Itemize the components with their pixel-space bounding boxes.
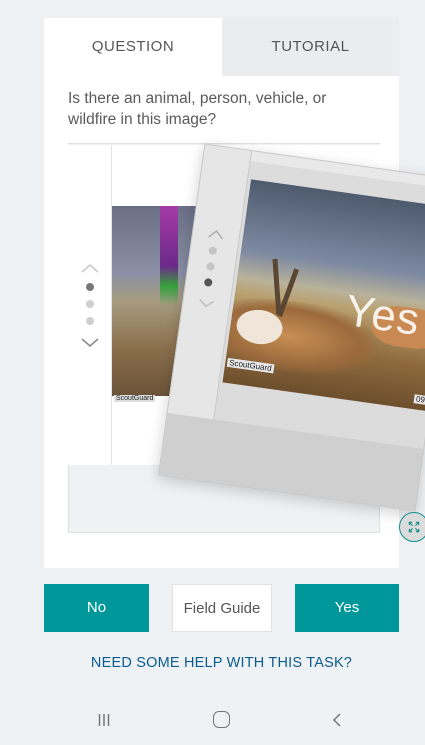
- camera-caption-back: ScoutGuard: [114, 395, 156, 402]
- tab-question[interactable]: QUESTION: [44, 18, 222, 76]
- swiped-subject-card[interactable]: ScoutGuard 09.22.2015 Yes: [157, 143, 425, 512]
- chevron-up-icon[interactable]: [80, 262, 100, 274]
- home-icon[interactable]: [213, 711, 230, 728]
- help-link[interactable]: NEED SOME HELP WITH THIS TASK?: [44, 655, 399, 671]
- swipe-answer-overlay: Yes: [342, 286, 424, 345]
- yes-button[interactable]: Yes: [295, 584, 399, 632]
- chevron-down-icon[interactable]: [80, 337, 100, 349]
- expand-icon[interactable]: [399, 512, 425, 542]
- image-artifact: [160, 206, 178, 306]
- recent-apps-icon[interactable]: [98, 713, 110, 727]
- pager-dot-3[interactable]: [86, 317, 94, 325]
- tab-tutorial[interactable]: TUTORIAL: [222, 18, 399, 76]
- back-icon[interactable]: [331, 712, 343, 728]
- date-caption: 09.22.2015: [413, 394, 425, 410]
- subject-image: ScoutGuard 09.22.2015 Yes: [222, 179, 425, 418]
- no-button[interactable]: No: [44, 584, 149, 632]
- question-text: Is there an animal, person, vehicle, or …: [68, 90, 327, 128]
- pager-dot-2[interactable]: [86, 300, 94, 308]
- pager-dot-1[interactable]: [86, 283, 94, 291]
- field-guide-button[interactable]: Field Guide: [172, 584, 272, 632]
